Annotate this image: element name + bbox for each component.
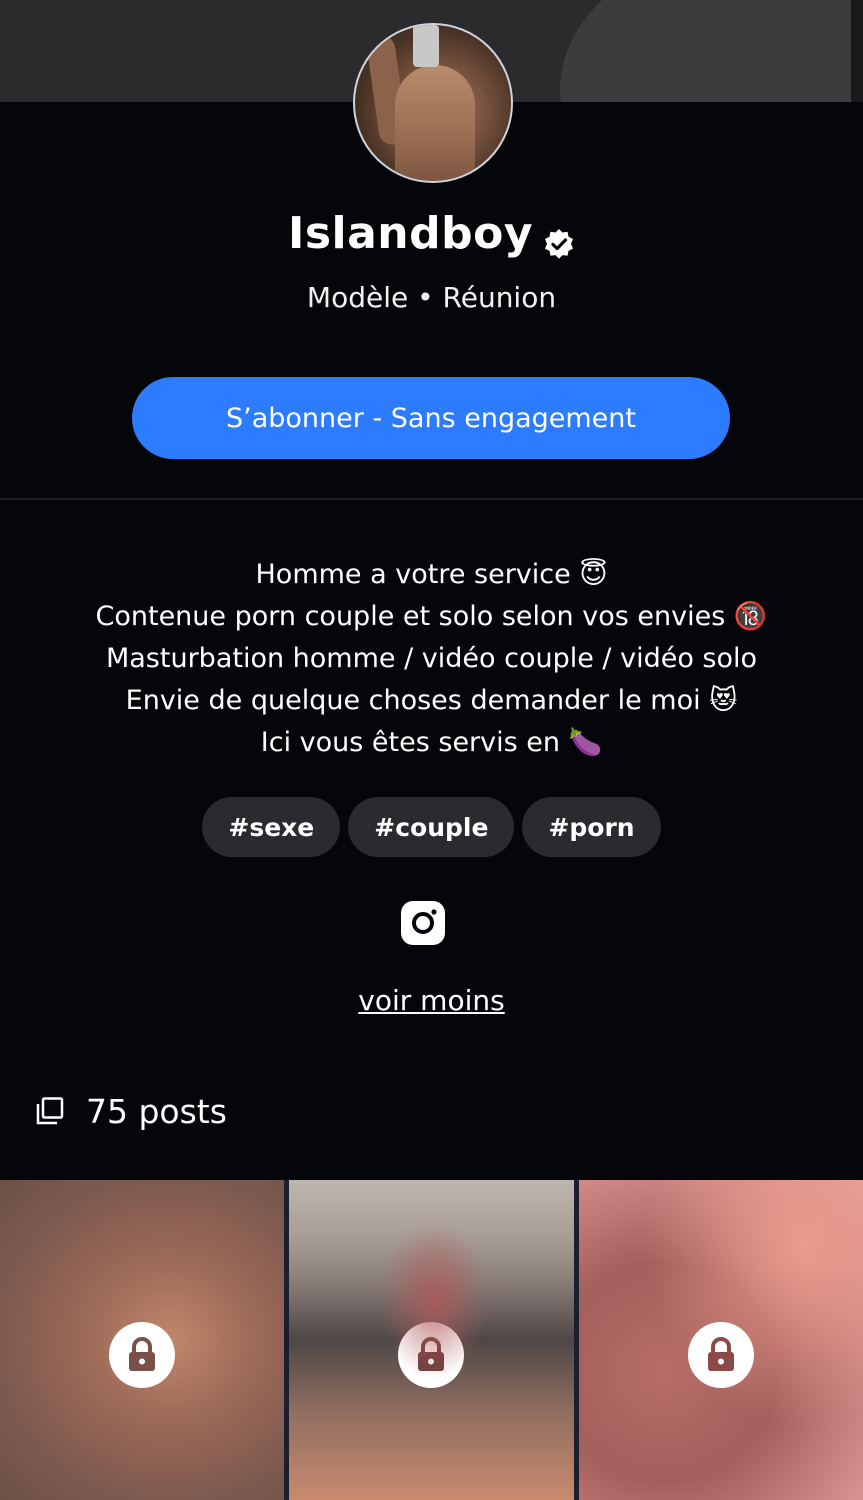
locked-post-tile[interactable] bbox=[289, 1180, 574, 1500]
profile-bio: Homme a votre service 😇 Contenue porn co… bbox=[0, 554, 863, 764]
instagram-icon[interactable] bbox=[400, 900, 446, 946]
lock-icon bbox=[109, 1322, 176, 1388]
banner-edge bbox=[851, 0, 863, 102]
avatar-torso bbox=[395, 65, 475, 181]
see-less-link[interactable]: voir moins bbox=[0, 984, 863, 1017]
tag-porn[interactable]: #porn bbox=[522, 797, 661, 857]
bio-line: Contenue porn couple et solo selon vos e… bbox=[95, 601, 768, 632]
bio-line: Ici vous êtes servis en 🍆 bbox=[260, 727, 603, 758]
lock-icon bbox=[398, 1322, 465, 1388]
bio-line: Masturbation homme / vidéo couple / vidé… bbox=[105, 643, 758, 674]
profile-name-row: Islandboy bbox=[0, 204, 863, 264]
lock-icon bbox=[687, 1322, 754, 1388]
bio-line: Envie de quelque choses demander le moi … bbox=[125, 685, 738, 716]
profile-name: Islandboy bbox=[287, 208, 534, 259]
tag-couple[interactable]: #couple bbox=[348, 797, 515, 857]
avatar-phone bbox=[413, 25, 439, 67]
posts-count: 75 posts bbox=[86, 1091, 227, 1131]
verified-badge-icon bbox=[543, 216, 575, 259]
posts-header: 75 posts bbox=[36, 1088, 227, 1134]
bio-line: Homme a votre service 😇 bbox=[255, 559, 608, 590]
tag-sexe[interactable]: #sexe bbox=[202, 797, 341, 857]
posts-grid bbox=[0, 1180, 863, 1500]
locked-post-tile[interactable] bbox=[0, 1180, 285, 1500]
subscribe-button[interactable]: S’abonner - Sans engagement bbox=[132, 377, 730, 459]
avatar[interactable] bbox=[353, 23, 513, 183]
posts-stack-icon bbox=[36, 1097, 64, 1125]
banner-decoration bbox=[560, 0, 863, 102]
section-divider bbox=[0, 498, 863, 500]
tag-list: #sexe #couple #porn bbox=[0, 797, 863, 857]
profile-subtitle: Modèle • Réunion bbox=[306, 281, 557, 314]
locked-post-tile[interactable] bbox=[578, 1180, 863, 1500]
